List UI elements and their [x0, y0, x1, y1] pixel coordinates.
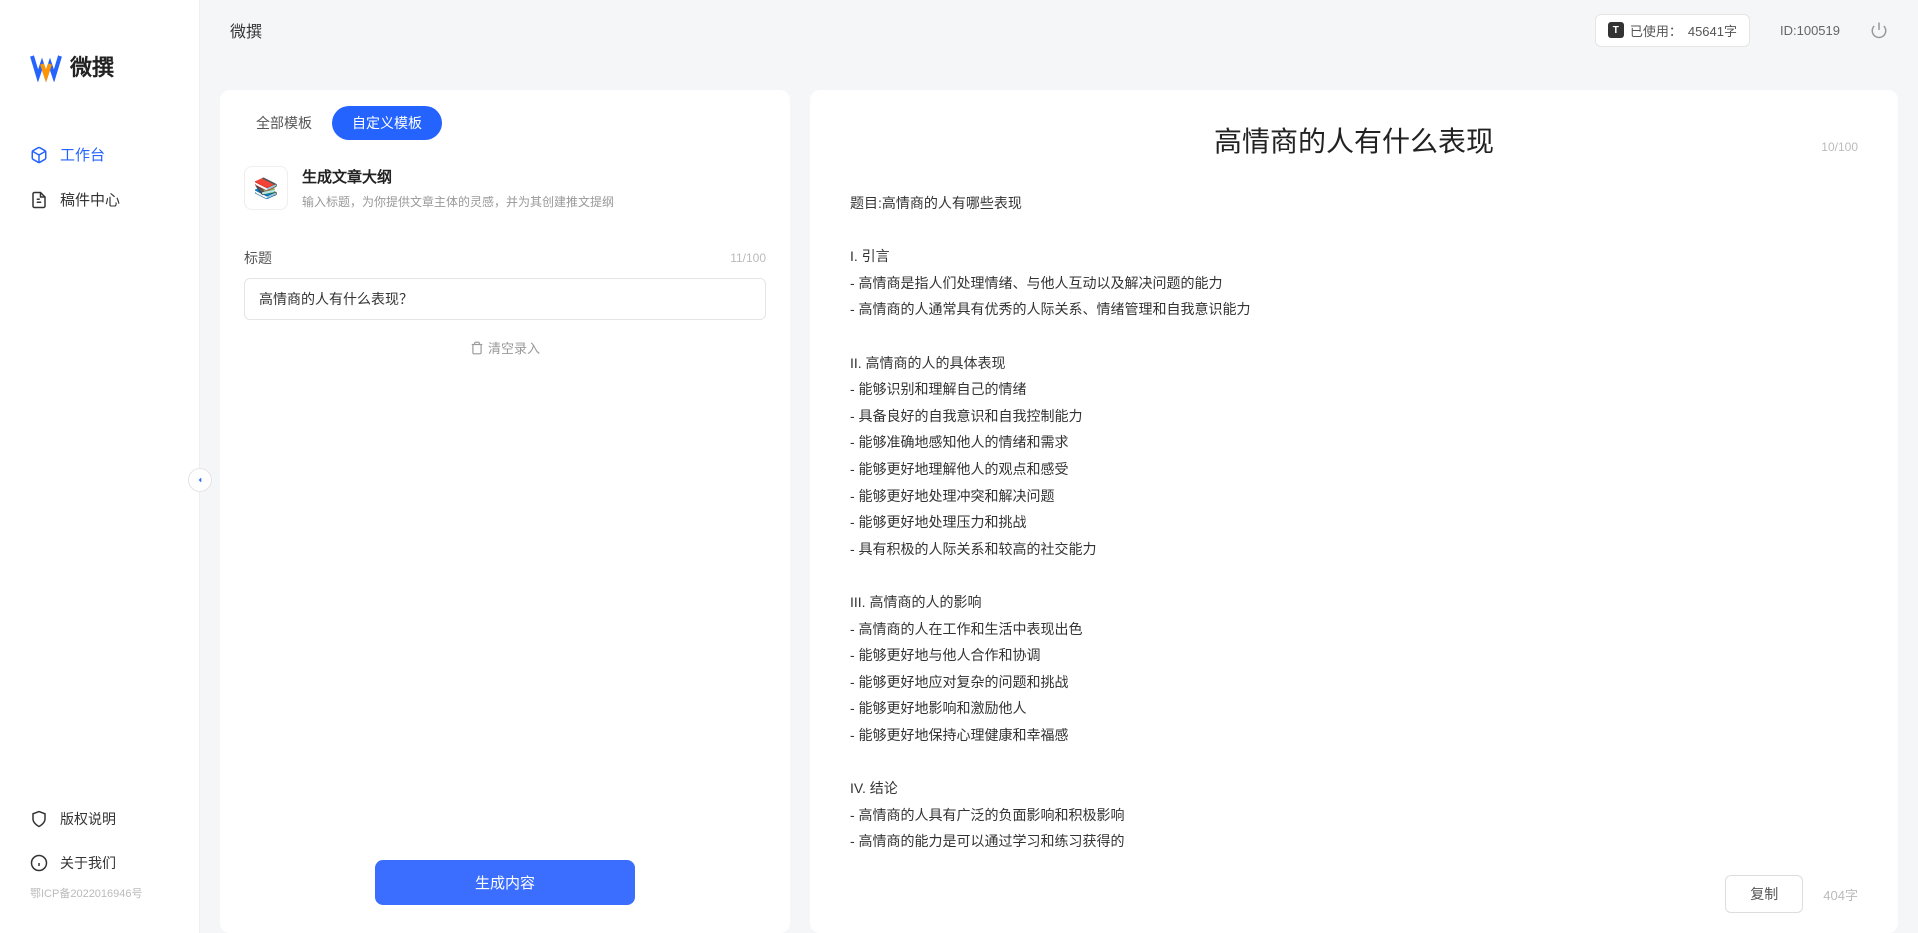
template-desc: 输入标题，为你提供文章主体的灵感，并为其创建推文提纲 — [302, 193, 766, 210]
cube-icon — [30, 146, 48, 164]
template-card: 📚 生成文章大纲 输入标题，为你提供文章主体的灵感，并为其创建推文提纲 — [220, 156, 790, 234]
logo-icon — [30, 50, 62, 82]
generate-button[interactable]: 生成内容 — [375, 860, 635, 905]
template-title: 生成文章大纲 — [302, 166, 766, 187]
title-counter: 10/100 — [1821, 140, 1858, 154]
shield-icon — [30, 810, 48, 828]
field-header: 标题 11/100 — [220, 234, 790, 278]
tab-all-templates[interactable]: 全部模板 — [236, 106, 332, 140]
output-title-row: 高情商的人有什么表现 10/100 — [850, 120, 1858, 160]
nav-drafts[interactable]: 稿件中心 — [0, 177, 199, 222]
logo-text: 微撰 — [70, 50, 114, 82]
output-panel: 高情商的人有什么表现 10/100 题目:高情商的人有哪些表现 I. 引言 - … — [810, 90, 1898, 933]
title-input[interactable] — [244, 278, 766, 320]
clear-button[interactable]: 清空录入 — [470, 338, 540, 357]
clear-row: 清空录入 — [220, 320, 790, 378]
template-icon: 📚 — [244, 166, 288, 210]
word-count: 404字 — [1823, 885, 1858, 904]
copy-button[interactable]: 复制 — [1725, 875, 1803, 913]
usage-badge: T 已使用： 45641字 — [1595, 14, 1750, 47]
template-tabs: 全部模板 自定义模板 — [220, 106, 790, 156]
nav-item-label: 关于我们 — [60, 853, 116, 873]
nav-item-label: 稿件中心 — [60, 189, 120, 210]
user-id: ID:100519 — [1780, 23, 1840, 38]
sidebar-collapse-button[interactable] — [188, 468, 212, 492]
nav-about[interactable]: 关于我们 — [0, 841, 199, 885]
clear-label: 清空录入 — [488, 338, 540, 357]
power-icon[interactable] — [1870, 21, 1888, 39]
nav-item-label: 工作台 — [60, 144, 105, 165]
input-panel: 全部模板 自定义模板 📚 生成文章大纲 输入标题，为你提供文章主体的灵感，并为其… — [220, 90, 790, 933]
logo: 微撰 — [0, 0, 199, 112]
trash-icon — [470, 341, 484, 355]
page-title: 微撰 — [230, 18, 262, 42]
sidebar: 微撰 工作台 稿件中心 版权说明 关于我们 鄂ICP备2022016946号 — [0, 0, 200, 933]
usage-value: 45641字 — [1688, 21, 1737, 40]
text-icon: T — [1608, 22, 1624, 38]
output-body[interactable]: 题目:高情商的人有哪些表现 I. 引言 - 高情商是指人们处理情绪、与他人互动以… — [850, 190, 1858, 859]
topbar: 微撰 T 已使用： 45641字 ID:100519 — [200, 0, 1918, 60]
info-icon — [30, 854, 48, 872]
main: 全部模板 自定义模板 📚 生成文章大纲 输入标题，为你提供文章主体的灵感，并为其… — [220, 60, 1898, 933]
field-counter: 11/100 — [730, 251, 766, 265]
nav-copyright[interactable]: 版权说明 — [0, 797, 199, 841]
nav-main: 工作台 稿件中心 — [0, 112, 199, 797]
sidebar-bottom: 版权说明 关于我们 鄂ICP备2022016946号 — [0, 797, 199, 933]
nav-workbench[interactable]: 工作台 — [0, 132, 199, 177]
field-label: 标题 — [244, 248, 272, 268]
topbar-right: T 已使用： 45641字 ID:100519 — [1595, 14, 1888, 47]
icp-text: 鄂ICP备2022016946号 — [0, 885, 199, 913]
output-footer: 复制 404字 — [850, 859, 1858, 913]
usage-label: 已使用： — [1630, 21, 1682, 40]
tab-custom-templates[interactable]: 自定义模板 — [332, 106, 442, 140]
generate-row: 生成内容 — [220, 860, 790, 917]
output-title: 高情商的人有什么表现 — [850, 120, 1858, 160]
chevron-left-icon — [195, 475, 205, 485]
nav-item-label: 版权说明 — [60, 809, 116, 829]
document-icon — [30, 191, 48, 209]
template-info: 生成文章大纲 输入标题，为你提供文章主体的灵感，并为其创建推文提纲 — [302, 166, 766, 210]
